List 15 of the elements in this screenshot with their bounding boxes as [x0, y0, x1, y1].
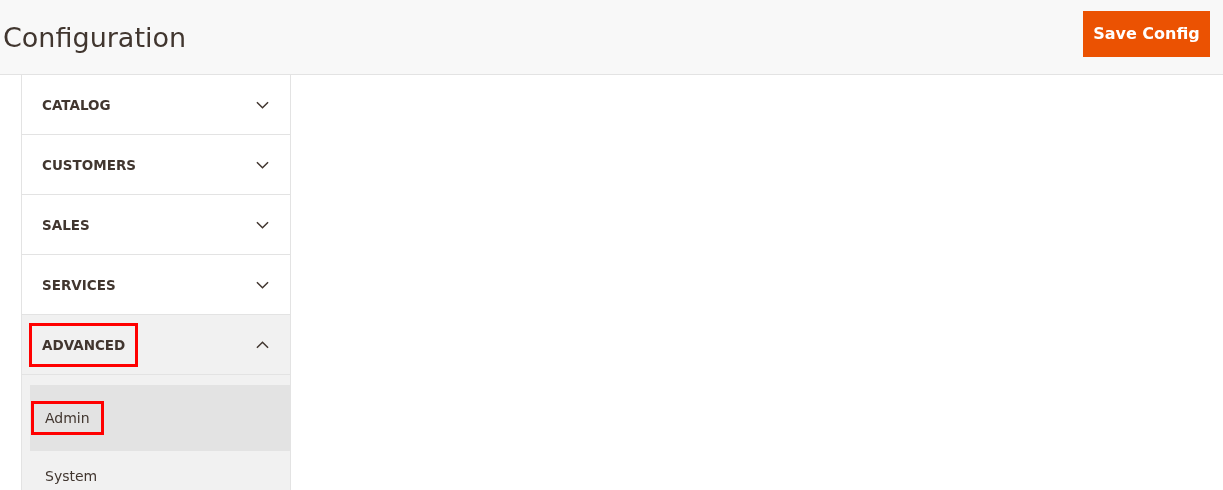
- sidebar-item[interactable]: System: [30, 451, 290, 490]
- section-header[interactable]: SALES: [22, 195, 290, 255]
- item-label: System: [44, 467, 99, 486]
- section-label: CATALOG: [41, 95, 112, 115]
- page-title: Configuration: [3, 21, 187, 53]
- section-header[interactable]: CUSTOMERS: [22, 135, 290, 195]
- section-label: ADVANCED: [29, 322, 139, 367]
- section-header[interactable]: CATALOG: [22, 75, 290, 135]
- section-label: SERVICES: [41, 275, 117, 295]
- sidebar-item[interactable]: Admin: [30, 385, 290, 451]
- section-label: SALES: [41, 215, 91, 235]
- section-label: CUSTOMERS: [41, 155, 138, 175]
- section-header[interactable]: ADVANCED: [22, 315, 290, 375]
- save-config-button[interactable]: Save Config: [1083, 10, 1210, 57]
- item-label: Admin: [31, 401, 104, 435]
